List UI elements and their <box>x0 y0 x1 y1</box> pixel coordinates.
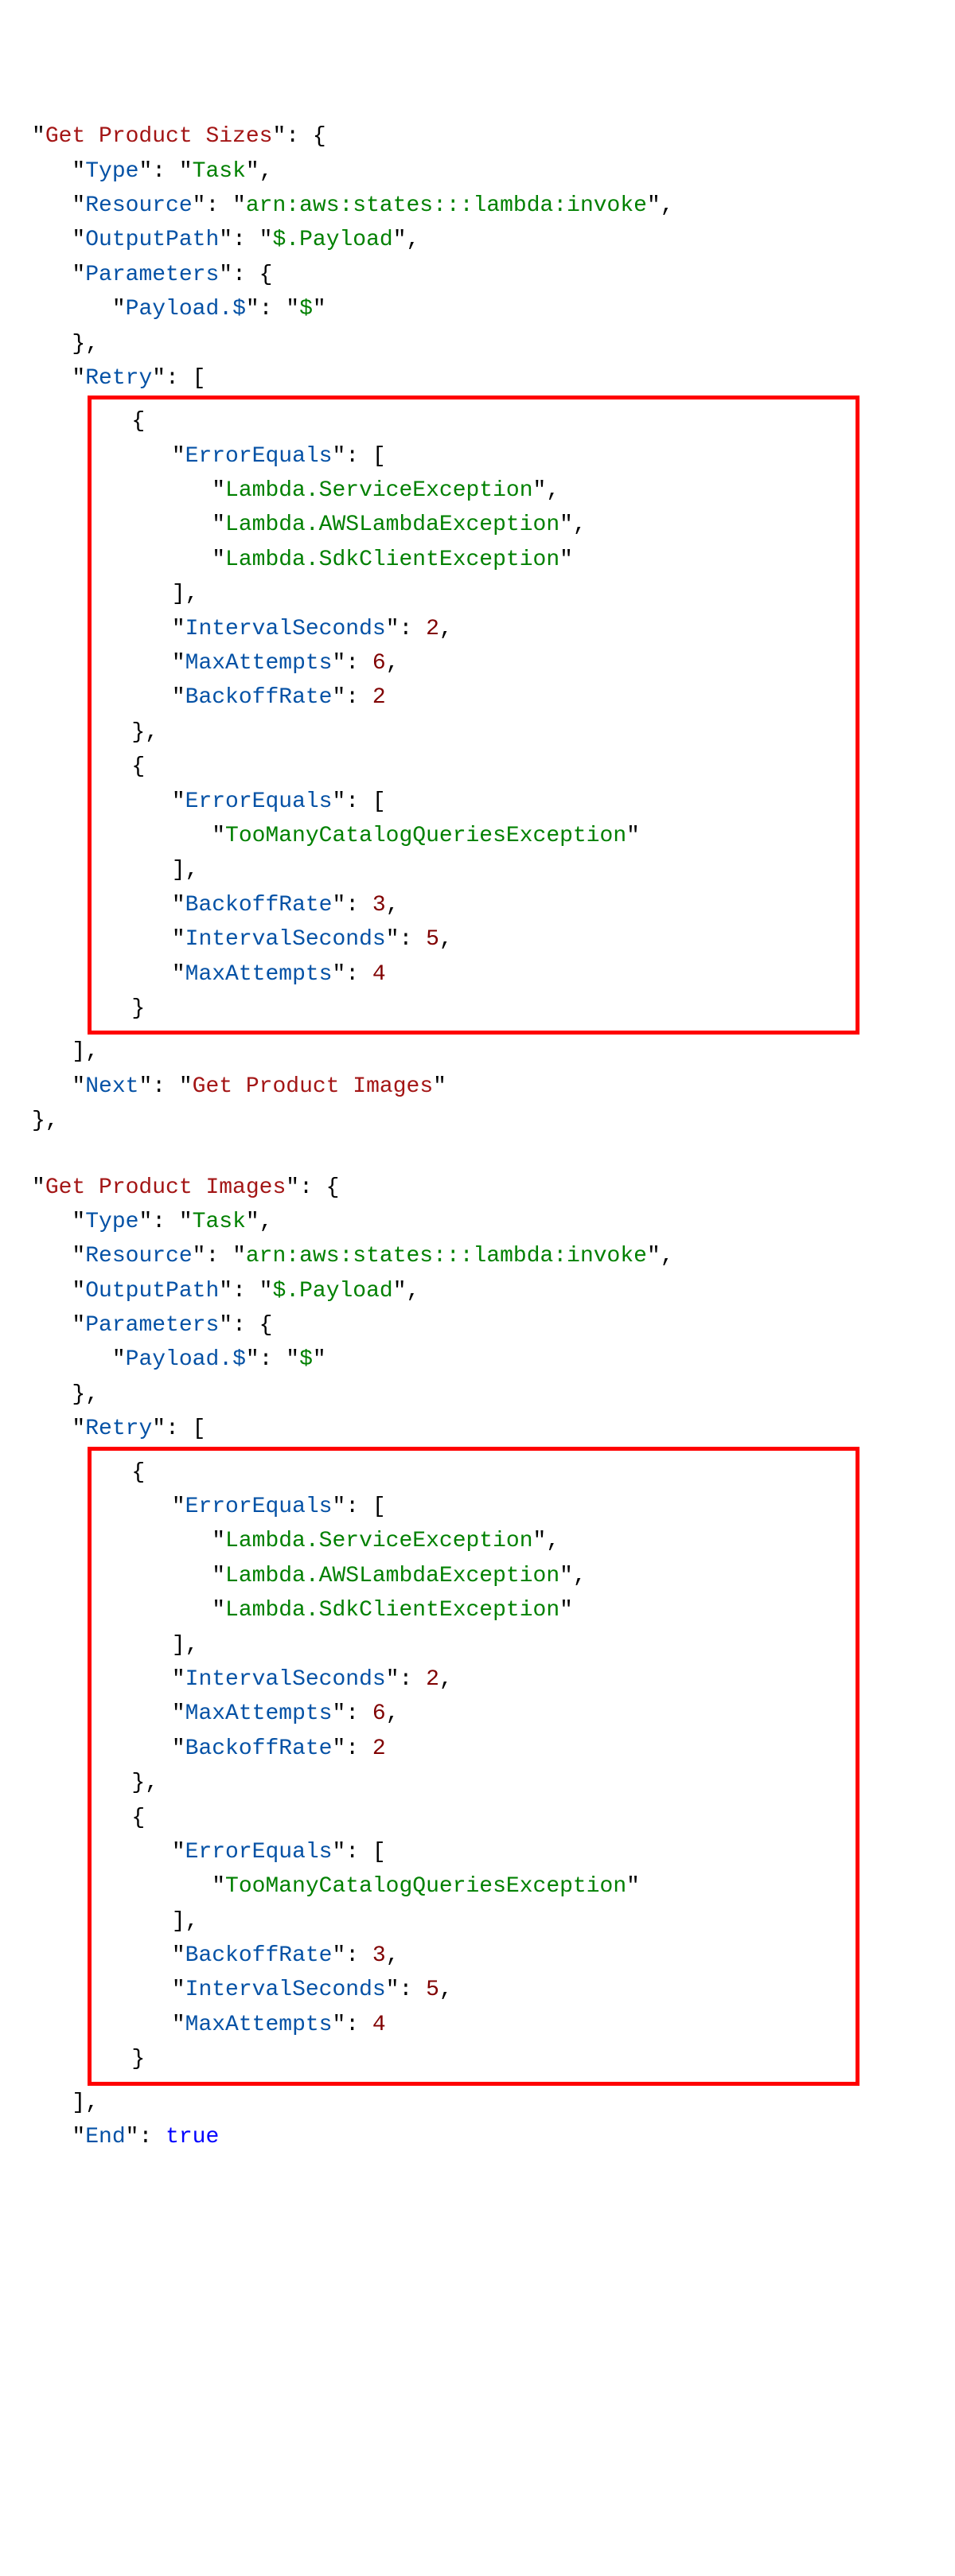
key-parameters: Parameters <box>85 263 219 287</box>
key-type: Type <box>85 159 138 184</box>
val-interval: 2 <box>426 1667 439 1692</box>
val-payload: $ <box>299 297 313 322</box>
val-payload: $ <box>299 1347 313 1372</box>
val-backoff: 3 <box>372 893 386 918</box>
key-type: Type <box>85 1210 138 1234</box>
key-backoff: BackoffRate <box>185 893 333 918</box>
err-toomany: TooManyCatalogQueriesException <box>225 824 626 848</box>
state-1-name: Get Product Sizes <box>45 124 273 149</box>
val-type: Task <box>193 1210 246 1234</box>
val-type: Task <box>193 159 246 184</box>
key-maxattempts: MaxAttempts <box>185 2013 333 2037</box>
val-maxattempts: 4 <box>372 962 386 987</box>
key-parameters: Parameters <box>85 1313 219 1338</box>
val-resource: arn:aws:states:::lambda:invoke <box>246 193 647 218</box>
key-retry: Retry <box>85 366 152 391</box>
val-interval: 5 <box>426 927 439 952</box>
key-backoff: BackoffRate <box>185 685 333 710</box>
key-errorequals: ErrorEquals <box>185 1495 333 1519</box>
val-backoff: 2 <box>372 1736 386 1761</box>
err-lambda-aws: Lambda.AWSLambdaException <box>225 512 559 537</box>
key-interval: IntervalSeconds <box>185 617 386 641</box>
err-lambda-sdk: Lambda.SdkClientException <box>225 548 559 572</box>
key-interval: IntervalSeconds <box>185 927 386 952</box>
val-maxattempts: 4 <box>372 2013 386 2037</box>
val-outputpath: $.Payload <box>272 228 392 252</box>
key-interval: IntervalSeconds <box>185 1667 386 1692</box>
key-resource: Resource <box>85 1244 192 1269</box>
val-maxattempts: 6 <box>372 651 386 676</box>
key-backoff: BackoffRate <box>185 1736 333 1761</box>
key-end: End <box>85 2125 125 2149</box>
key-next: Next <box>85 1074 138 1099</box>
code-block: "Get Product Sizes": { "Type": "Task", "… <box>32 119 955 2154</box>
err-toomany: TooManyCatalogQueriesException <box>225 1874 626 1899</box>
err-lambda-aws: Lambda.AWSLambdaException <box>225 1564 559 1588</box>
key-maxattempts: MaxAttempts <box>185 962 333 987</box>
key-payload: Payload.$ <box>126 1347 246 1372</box>
key-retry: Retry <box>85 1417 152 1441</box>
err-lambda-service: Lambda.ServiceException <box>225 478 532 503</box>
val-backoff: 2 <box>372 685 386 710</box>
val-interval: 5 <box>426 1978 439 2002</box>
key-outputpath: OutputPath <box>85 1279 219 1304</box>
state-2-name: Get Product Images <box>45 1175 286 1200</box>
val-backoff: 3 <box>372 1943 386 1968</box>
err-lambda-service: Lambda.ServiceException <box>225 1529 532 1553</box>
retry-highlight-1: { "ErrorEquals": [ "Lambda.ServiceExcept… <box>88 396 860 1035</box>
key-outputpath: OutputPath <box>85 228 219 252</box>
key-errorequals: ErrorEquals <box>185 1840 333 1865</box>
key-backoff: BackoffRate <box>185 1943 333 1968</box>
val-resource: arn:aws:states:::lambda:invoke <box>246 1244 647 1269</box>
val-end: true <box>166 2125 219 2149</box>
err-lambda-sdk: Lambda.SdkClientException <box>225 1598 559 1623</box>
key-errorequals: ErrorEquals <box>185 444 333 469</box>
val-outputpath: $.Payload <box>272 1279 392 1304</box>
val-maxattempts: 6 <box>372 1701 386 1726</box>
key-maxattempts: MaxAttempts <box>185 651 333 676</box>
key-errorequals: ErrorEquals <box>185 789 333 814</box>
val-next: Get Product Images <box>193 1074 433 1099</box>
val-interval: 2 <box>426 617 439 641</box>
key-interval: IntervalSeconds <box>185 1978 386 2002</box>
key-maxattempts: MaxAttempts <box>185 1701 333 1726</box>
key-resource: Resource <box>85 193 192 218</box>
key-payload: Payload.$ <box>126 297 246 322</box>
retry-highlight-2: { "ErrorEquals": [ "Lambda.ServiceExcept… <box>88 1447 860 2086</box>
